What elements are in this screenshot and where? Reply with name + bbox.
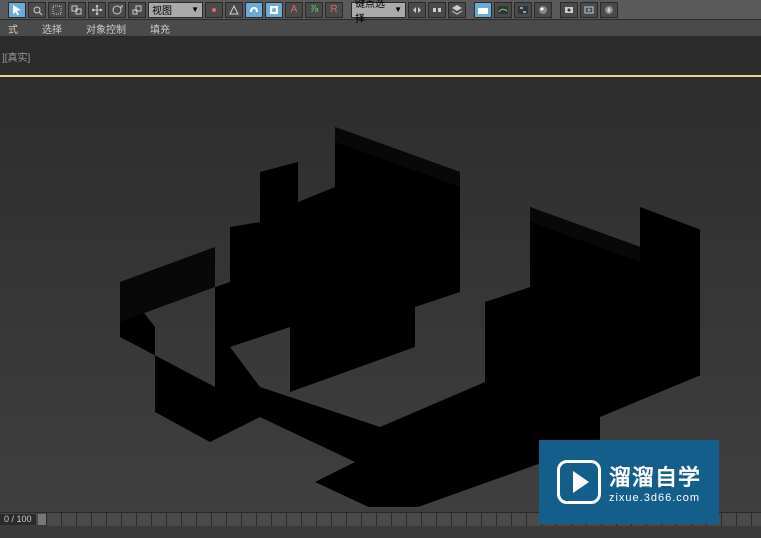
menu-item[interactable]: 填充 [150, 21, 170, 36]
angle-snap-icon[interactable] [265, 2, 283, 18]
reference-coord-dropdown[interactable]: 视图 ▼ [148, 2, 203, 18]
frame-counter: 0 / 100 [0, 514, 36, 525]
chevron-down-icon: ▼ [191, 5, 199, 14]
play-icon [557, 460, 601, 504]
render-setup-icon[interactable] [560, 2, 578, 18]
dropdown-label: 键点选择 [355, 0, 394, 25]
material-editor-icon[interactable] [534, 2, 552, 18]
scale-icon[interactable] [128, 2, 146, 18]
dropdown-label: 视图 [152, 2, 172, 17]
menu-item[interactable]: 式 [8, 21, 18, 36]
timeline-thumb[interactable] [38, 514, 46, 525]
layer-explorer-icon[interactable] [474, 2, 492, 18]
rect-select-icon[interactable] [48, 2, 66, 18]
select-icon[interactable] [8, 2, 26, 18]
menu-item[interactable]: 对象控制 [86, 21, 126, 36]
key-mode-icon[interactable] [408, 2, 426, 18]
paint-select-icon[interactable] [28, 2, 46, 18]
move-icon[interactable] [88, 2, 106, 18]
axis-r-icon[interactable]: R [325, 2, 343, 18]
watermark-url: zixue.3d66.com [609, 492, 700, 504]
rotate-icon[interactable] [108, 2, 126, 18]
axis-a-icon[interactable]: A [285, 2, 303, 18]
pivot-icon[interactable] [205, 2, 223, 18]
main-toolbar: 视图 ▼ A ⅞ R 键点选择▼ [0, 0, 761, 20]
axis-p-icon[interactable]: ⅞ [305, 2, 323, 18]
key-filter-icon[interactable] [428, 2, 446, 18]
snap-toggle-icon[interactable] [245, 2, 263, 18]
manip-icon[interactable] [225, 2, 243, 18]
chevron-down-icon: ▼ [394, 5, 402, 14]
render-frame-icon[interactable] [580, 2, 598, 18]
layers-icon[interactable] [448, 2, 466, 18]
render-icon[interactable] [600, 2, 618, 18]
watermark: 溜溜自学 zixue.3d66.com [539, 440, 719, 524]
schematic-view-icon[interactable] [514, 2, 532, 18]
watermark-title: 溜溜自学 [609, 460, 701, 492]
window-select-icon[interactable] [68, 2, 86, 18]
curve-editor-icon[interactable] [494, 2, 512, 18]
menu-item[interactable]: 选择 [42, 21, 62, 36]
selection-filter-dropdown[interactable]: 键点选择▼ [351, 2, 406, 18]
viewport-label[interactable]: ][真实] [2, 49, 30, 64]
